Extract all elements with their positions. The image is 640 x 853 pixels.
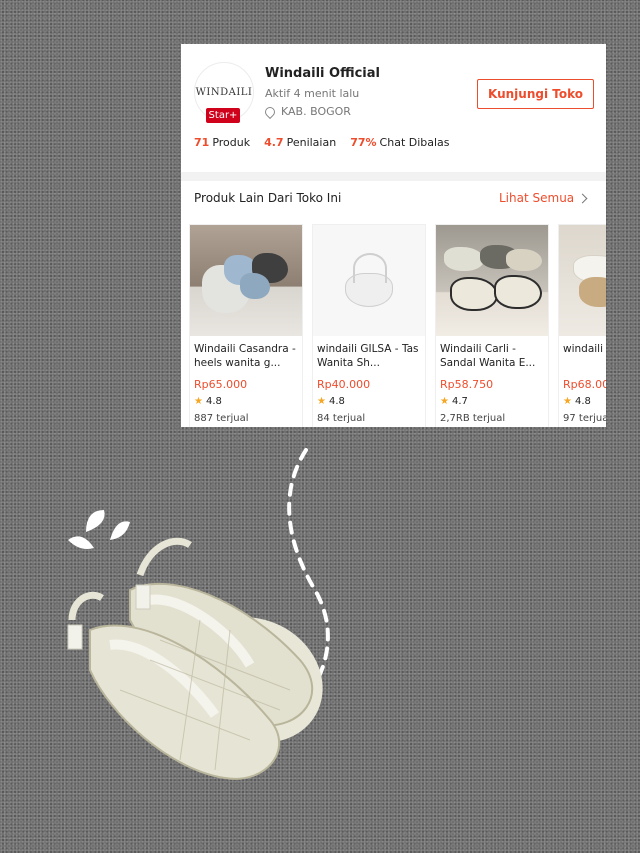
star-icon: ★ — [194, 396, 203, 407]
shop-name[interactable]: Windaili Official — [265, 66, 380, 81]
product-name: windaili GILSA - Tas Wanita Sh... — [317, 343, 419, 369]
product-rating: ★ 4.7 — [440, 396, 468, 407]
rating-value: 4.7 — [451, 396, 468, 407]
rating-value: 4.8 — [328, 396, 345, 407]
see-all-link[interactable]: Lihat Semua — [499, 191, 588, 205]
stat-value: 77% — [350, 136, 377, 149]
visit-shop-button[interactable]: Kunjungi Toko — [477, 79, 594, 109]
product-card[interactable]: Windaili Carli - Sandal Wanita E... Rp58… — [435, 224, 549, 427]
product-price: Rp65.000 — [194, 378, 248, 391]
stat-label: Chat Dibalas — [379, 136, 450, 149]
product-price: Rp40.000 — [317, 378, 371, 391]
star-icon: ★ — [317, 396, 326, 407]
section-divider — [181, 172, 606, 181]
product-sold: 887 terjual — [194, 413, 249, 424]
product-image — [190, 225, 302, 336]
section-title: Produk Lain Dari Toko Ini — [194, 191, 342, 205]
product-name: windaili S Sandal H — [563, 343, 606, 355]
shop-location: KAB. BOGOR — [262, 104, 351, 119]
product-card[interactable]: windaili S Sandal H Rp68.000 ★4.8 97 ter… — [558, 224, 606, 427]
product-price: Rp58.750 — [440, 378, 494, 391]
location-pin-icon — [262, 104, 278, 119]
product-card[interactable]: Windaili Casandra - heels wanita g... Rp… — [189, 224, 303, 427]
star-icon: ★ — [440, 396, 449, 407]
product-price: Rp68.000 — [563, 378, 606, 391]
product-sold: 84 terjual — [317, 413, 366, 424]
star-plus-badge: Star+ — [206, 108, 240, 123]
product-rating: ★ 4.8 — [563, 396, 591, 407]
see-all-label: Lihat Semua — [499, 191, 575, 205]
product-rating: ★ 4.8 — [194, 396, 222, 407]
product-image — [559, 225, 606, 336]
product-name: Windaili Carli - Sandal Wanita E... — [440, 343, 536, 369]
shop-active-status: Aktif 4 menit lalu — [265, 87, 360, 100]
product-sold: 2,7RB terjual — [440, 413, 506, 424]
product-rating: ★ 4.8 — [317, 396, 345, 407]
product-card[interactable]: windaili GILSA - Tas Wanita Sh... Rp40.0… — [312, 224, 426, 427]
stat-chat-reply: 77% Chat Dibalas — [350, 136, 449, 149]
rating-value: 4.8 — [205, 396, 222, 407]
stat-label: Penilaian — [286, 136, 337, 149]
dashed-curve — [287, 448, 330, 692]
product-name: Windaili Casandra - heels wanita g... — [194, 343, 296, 369]
product-image — [436, 225, 548, 336]
shop-location-text: KAB. BOGOR — [281, 105, 351, 118]
product-list: Windaili Casandra - heels wanita g... Rp… — [189, 224, 606, 427]
stat-value: 4.7 — [264, 136, 284, 149]
shop-card: WINDAILI Star+ Windaili Official Aktif 4… — [181, 44, 606, 427]
shop-header: WINDAILI Star+ Windaili Official Aktif 4… — [181, 44, 606, 172]
logo-text: WINDAILI — [195, 86, 253, 98]
product-image — [313, 225, 425, 336]
stat-rating: 4.7 Penilaian — [264, 136, 336, 149]
stat-products: 71 Produk — [194, 136, 250, 149]
shop-stats: 71 Produk 4.7 Penilaian 77% Chat Dibalas — [194, 136, 450, 149]
stat-label: Produk — [212, 136, 251, 149]
splash-marks-icon — [68, 510, 130, 549]
stat-value: 71 — [194, 136, 210, 149]
chevron-right-icon — [577, 193, 588, 203]
star-icon: ★ — [563, 396, 572, 407]
rating-value: 4.8 — [574, 396, 591, 407]
product-sold: 97 terjual — [563, 413, 606, 424]
shoes-photo — [67, 537, 323, 780]
